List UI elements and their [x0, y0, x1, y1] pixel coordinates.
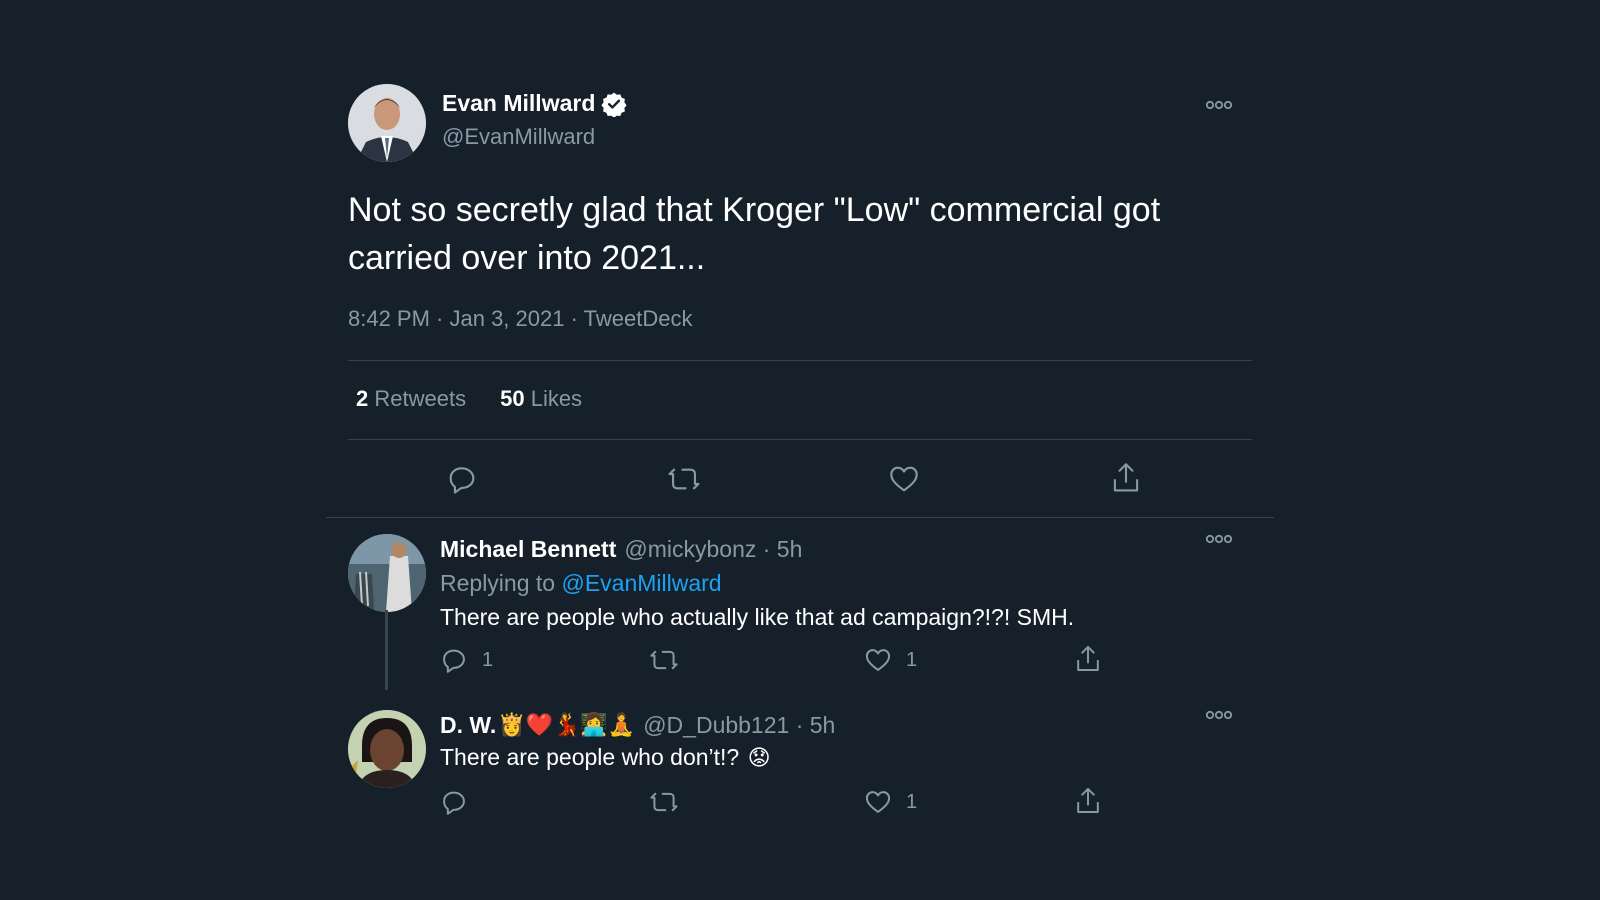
like-icon — [865, 791, 891, 813]
more-icon[interactable] — [1205, 98, 1233, 110]
tweet-text: Not so secretly glad that Kroger "Low" c… — [348, 191, 1161, 277]
share-icon — [1113, 463, 1139, 492]
thread-connector-line — [385, 610, 388, 690]
name-emojis: 👸❤️💃👩‍💻🧘 — [498, 713, 636, 738]
replying-to: Replying to @EvanMillward — [440, 570, 722, 596]
share-button[interactable] — [1110, 461, 1142, 495]
reply-text: There are people who don’t!? 😟 — [440, 744, 771, 771]
author-handle-time[interactable]: @D_Dubb121 · 5h — [643, 712, 835, 739]
divider — [348, 360, 1252, 361]
retweet-button[interactable] — [648, 788, 680, 816]
reply-button[interactable] — [440, 788, 468, 816]
avatar[interactable] — [348, 84, 426, 162]
avatar[interactable] — [348, 710, 426, 788]
avatar[interactable] — [348, 534, 426, 612]
tweet-detail: Evan Millward @EvanMillward Not so secre… — [326, 0, 1274, 900]
author-name[interactable]: Michael Bennett — [440, 536, 616, 563]
like-button[interactable]: 1 — [864, 788, 917, 816]
like-icon — [865, 649, 891, 671]
reply-icon — [449, 467, 475, 494]
more-icon[interactable] — [1205, 708, 1233, 720]
reply-tweet[interactable]: Michael Bennett @mickybonz · 5h Replying… — [348, 534, 1252, 684]
reply-icon — [443, 791, 465, 815]
reply-header: Michael Bennett @mickybonz · 5h — [440, 536, 802, 563]
reply-button[interactable]: 1 — [440, 646, 493, 674]
reply-button[interactable] — [446, 463, 478, 495]
like-icon — [890, 466, 918, 492]
divider — [326, 517, 1274, 518]
reply-count: 1 — [482, 648, 494, 671]
like-button[interactable]: 1 — [864, 646, 917, 674]
reply-icon — [443, 649, 465, 673]
share-icon — [1077, 645, 1099, 671]
main-tweet-header: Evan Millward @EvanMillward — [348, 84, 1252, 164]
share-button[interactable] — [1074, 644, 1102, 674]
like-count: 1 — [906, 648, 918, 671]
retweet-icon — [650, 792, 678, 812]
retweets-stat[interactable]: 2 Retweets — [356, 386, 466, 412]
reply-header: D. W. 👸❤️💃👩‍💻🧘 @D_Dubb121 · 5h — [440, 712, 835, 739]
tweet-stats: 2 Retweets 50 Likes — [356, 386, 582, 412]
share-button[interactable] — [1074, 786, 1102, 816]
divider — [348, 439, 1252, 440]
reply-text: There are people who actually like that … — [440, 604, 1075, 630]
author-handle-time[interactable]: @mickybonz · 5h — [624, 536, 802, 563]
author-name[interactable]: Evan Millward — [442, 90, 595, 117]
verified-icon — [601, 91, 627, 118]
reply-tweet[interactable]: D. W. 👸❤️💃👩‍💻🧘 @D_Dubb121 · 5h There are… — [348, 710, 1252, 830]
retweet-button[interactable] — [648, 646, 680, 674]
author-handle[interactable]: @EvanMillward — [442, 124, 595, 150]
retweet-icon — [668, 468, 700, 490]
retweet-button[interactable] — [666, 463, 702, 495]
replying-to-link[interactable]: @EvanMillward — [561, 570, 721, 596]
tweet-timestamp[interactable]: 8:42 PM · Jan 3, 2021 · TweetDeck — [348, 306, 692, 332]
retweet-icon — [650, 650, 678, 670]
likes-stat[interactable]: 50 Likes — [500, 386, 582, 412]
author-name-row: Evan Millward — [442, 90, 627, 118]
more-icon[interactable] — [1205, 532, 1233, 544]
share-icon — [1077, 787, 1099, 813]
worried-face-emoji: 😟 — [747, 746, 771, 771]
author-name[interactable]: D. W. — [440, 712, 496, 739]
like-count: 1 — [906, 790, 918, 813]
like-button[interactable] — [888, 463, 920, 495]
